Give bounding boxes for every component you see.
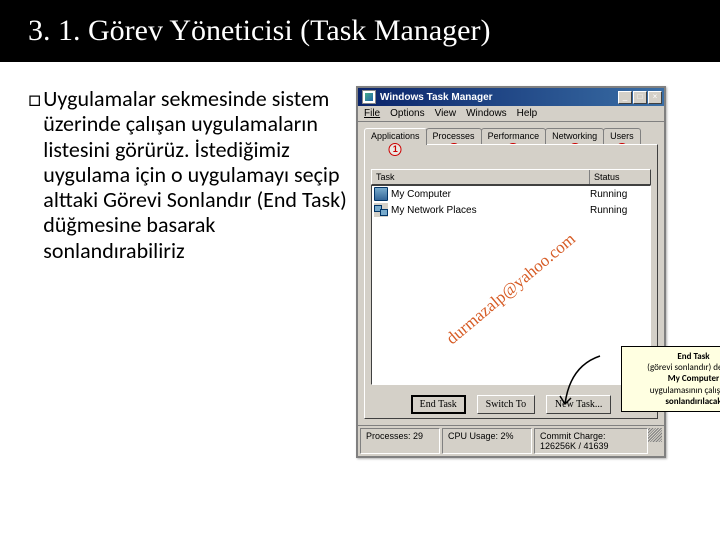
col-task[interactable]: Task bbox=[372, 170, 590, 184]
tab-users[interactable]: Users5 bbox=[603, 128, 641, 144]
menubar: File Options View Windows Help bbox=[358, 106, 664, 122]
tooltip-title: End Task bbox=[677, 351, 709, 362]
app-icon bbox=[362, 90, 376, 104]
screenshot-panel: Windows Task Manager _ □ × File Options … bbox=[356, 86, 704, 458]
computer-icon bbox=[374, 187, 388, 201]
slide-content: □ Uygulamalar sekmesinde sistem üzerinde… bbox=[0, 62, 720, 458]
resize-grip-icon[interactable] bbox=[648, 428, 662, 442]
menu-help[interactable]: Help bbox=[517, 108, 538, 119]
maximize-button[interactable]: □ bbox=[633, 91, 647, 104]
menu-options[interactable]: Options bbox=[390, 108, 424, 119]
window-title: Windows Task Manager bbox=[380, 92, 618, 103]
menu-view[interactable]: View bbox=[435, 108, 457, 119]
end-task-button[interactable]: End Task bbox=[411, 395, 466, 414]
switch-to-button[interactable]: Switch To bbox=[477, 395, 536, 414]
tab-strip: Applications1 Processes2 Performance3 Ne… bbox=[358, 122, 664, 144]
watermark-text: durmazalp@yahoo.com bbox=[442, 229, 579, 349]
annotation-1: 1 bbox=[389, 143, 402, 156]
callout-tooltip: End Task (görevi sonlandır) dersek, My C… bbox=[621, 346, 720, 412]
task-manager-window: Windows Task Manager _ □ × File Options … bbox=[356, 86, 666, 458]
task-list[interactable]: My Computer Running My Network Places Ru… bbox=[371, 185, 651, 385]
statusbar: Processes: 29 CPU Usage: 2% Commit Charg… bbox=[358, 425, 664, 456]
status-processes: Processes: 29 bbox=[360, 428, 440, 454]
status-commit: Commit Charge: 126256K / 41639 bbox=[534, 428, 648, 454]
bullet-icon: □ bbox=[28, 88, 41, 265]
new-task-button[interactable]: New Task... bbox=[546, 395, 611, 414]
network-icon bbox=[374, 203, 388, 217]
tab-networking[interactable]: Networking4 bbox=[545, 128, 604, 144]
tab-applications[interactable]: Applications1 bbox=[364, 128, 427, 145]
menu-windows[interactable]: Windows bbox=[466, 108, 507, 119]
tab-panel: Task Status My Computer Running My Netwo… bbox=[364, 144, 658, 419]
slide-title: 3. 1. Görev Yöneticisi (Task Manager) bbox=[28, 14, 692, 48]
body-paragraph: Uygulamalar sekmesinde sistem üzerinde ç… bbox=[43, 86, 348, 263]
menu-file[interactable]: File bbox=[364, 108, 380, 119]
list-item[interactable]: My Network Places Running bbox=[372, 202, 650, 218]
left-text-column: □ Uygulamalar sekmesinde sistem üzerinde… bbox=[28, 86, 348, 458]
status-cpu: CPU Usage: 2% bbox=[442, 428, 532, 454]
slide-title-band: 3. 1. Görev Yöneticisi (Task Manager) bbox=[0, 0, 720, 62]
tab-performance[interactable]: Performance3 bbox=[481, 128, 547, 144]
col-status[interactable]: Status bbox=[590, 170, 650, 184]
tab-processes[interactable]: Processes2 bbox=[426, 128, 482, 144]
titlebar[interactable]: Windows Task Manager _ □ × bbox=[358, 88, 664, 106]
button-row: End Task Switch To New Task... bbox=[365, 385, 657, 418]
close-button[interactable]: × bbox=[648, 91, 662, 104]
column-headers: Task Status bbox=[371, 169, 651, 185]
minimize-button[interactable]: _ bbox=[618, 91, 632, 104]
list-item[interactable]: My Computer Running bbox=[372, 186, 650, 202]
